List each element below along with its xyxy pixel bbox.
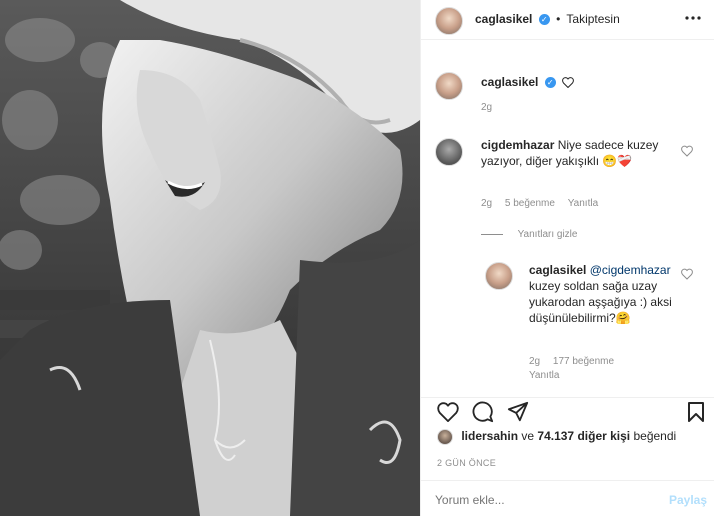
like-heart-icon[interactable] bbox=[437, 402, 459, 422]
likes-connector: ve bbox=[521, 429, 535, 444]
reply-text: kuzey soldan sağa uzay yukarodan aşşağıy… bbox=[529, 279, 672, 325]
post-timestamp: 2 GÜN ÖNCE bbox=[437, 458, 497, 468]
reply-avatar[interactable] bbox=[485, 262, 513, 290]
comment-input[interactable] bbox=[435, 491, 655, 509]
reply-username[interactable]: caglasikel bbox=[529, 263, 586, 277]
more-options-icon[interactable] bbox=[685, 15, 701, 21]
comment-reply-button[interactable]: Yanıtla bbox=[568, 198, 598, 209]
liker-avatar[interactable] bbox=[437, 429, 453, 445]
likes-summary: lidersahin ve 74.137 diğer kişi beğendi bbox=[437, 429, 676, 445]
caption-username[interactable]: caglasikel bbox=[481, 75, 538, 89]
verified-badge-icon: ✓ bbox=[544, 77, 556, 89]
comment-like-icon[interactable] bbox=[681, 145, 693, 157]
commenter-username[interactable]: cigdemhazar bbox=[481, 138, 554, 152]
action-bar bbox=[421, 397, 714, 427]
hide-replies-label: Yanıtları gizle bbox=[517, 229, 578, 240]
post-photo[interactable] bbox=[0, 0, 420, 516]
caption-avatar[interactable] bbox=[435, 72, 463, 100]
author-username[interactable]: caglasikel bbox=[475, 12, 532, 26]
photo-illustration bbox=[0, 0, 420, 516]
verified-badge-icon: ✓ bbox=[538, 14, 550, 26]
reply-line bbox=[481, 233, 503, 235]
post-details-panel: caglasikel ✓ • Takiptesin caglasikel ✓ 2… bbox=[420, 0, 714, 516]
separator-dot: • bbox=[556, 12, 561, 26]
reply-likes[interactable]: 177 beğenme bbox=[553, 356, 614, 367]
reply-reply-button[interactable]: Yanıtla bbox=[529, 370, 559, 381]
hide-replies-toggle[interactable]: Yanıtları gizle bbox=[481, 229, 577, 240]
comment-likes[interactable]: 5 beğenme bbox=[505, 198, 555, 209]
heart-icon[interactable] bbox=[562, 77, 574, 89]
caption-time: 2g bbox=[481, 102, 493, 113]
reply-like-icon[interactable] bbox=[681, 268, 693, 280]
likes-suffix: beğendi bbox=[633, 429, 677, 444]
share-send-icon[interactable] bbox=[507, 401, 529, 423]
author-avatar[interactable] bbox=[435, 7, 463, 35]
reply-mention[interactable]: @cigdemhazar bbox=[590, 263, 671, 277]
add-comment-bar: Paylaş bbox=[421, 480, 714, 516]
comment-time: 2g bbox=[481, 198, 493, 209]
save-bookmark-icon[interactable] bbox=[687, 401, 705, 423]
comment-bubble-icon[interactable] bbox=[472, 401, 494, 423]
post-header: caglasikel ✓ • Takiptesin bbox=[421, 0, 714, 40]
commenter-avatar[interactable] bbox=[435, 138, 463, 166]
liker-username[interactable]: lidersahin bbox=[461, 429, 518, 443]
reply-time: 2g bbox=[529, 356, 541, 367]
likes-count[interactable]: 74.137 diğer kişi bbox=[537, 429, 630, 443]
follow-status[interactable]: Takiptesin bbox=[566, 12, 619, 26]
post-comment-button[interactable]: Paylaş bbox=[669, 493, 707, 507]
